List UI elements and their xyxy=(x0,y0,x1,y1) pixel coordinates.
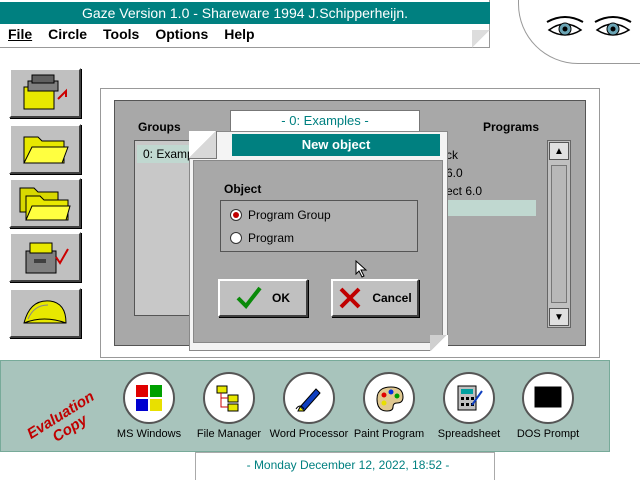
open-folder-icon xyxy=(23,136,69,164)
group-item[interactable]: 0: Examples xyxy=(137,145,197,163)
folders-button[interactable] xyxy=(9,178,81,228)
file-manager-icon xyxy=(216,385,239,412)
program-item[interactable]: ect 6.0 xyxy=(446,184,482,198)
menu-file[interactable]: File xyxy=(8,26,32,46)
folders-icon xyxy=(19,187,71,221)
hat-icon xyxy=(23,300,67,324)
tool-ms-windows[interactable]: MS Windows xyxy=(109,372,189,446)
tool-word-processor[interactable]: Word Processor xyxy=(269,372,349,446)
cross-icon xyxy=(339,287,361,309)
tool-label: File Manager xyxy=(196,428,262,440)
dialog-title: New object xyxy=(232,134,440,156)
palette-icon xyxy=(376,386,404,412)
cancel-label: Cancel xyxy=(372,291,412,305)
menu-circle[interactable]: Circle xyxy=(48,26,87,46)
window-title: Gaze Version 1.0 - Shareware 1994 J.Schi… xyxy=(0,2,490,24)
circle-name-field[interactable]: - 0: Examples - xyxy=(230,110,420,132)
tool-label: Paint Program xyxy=(353,428,425,440)
open-folder-button[interactable] xyxy=(9,124,81,174)
tool-dos-prompt[interactable]: DOS Prompt xyxy=(508,372,588,446)
scroll-up-button[interactable]: ▲ xyxy=(549,142,569,160)
ok-label: OK xyxy=(272,291,290,305)
pen-icon xyxy=(295,388,321,412)
programs-list[interactable]: ck 6.0 ect 6.0 xyxy=(440,140,540,316)
radio-label: Program xyxy=(248,231,295,245)
radio-program[interactable]: Program xyxy=(230,231,294,245)
windows-logo-icon xyxy=(136,385,162,411)
radio-program-group[interactable]: Program Group xyxy=(230,208,331,222)
tool-icon-circle xyxy=(522,372,574,424)
menu-help[interactable]: Help xyxy=(224,26,254,46)
radio-selected-icon[interactable] xyxy=(230,209,242,221)
programs-scrollbar[interactable]: ▲ ▼ xyxy=(547,140,571,328)
evaluation-copy-stamp: Evaluation Copy xyxy=(24,388,97,442)
dialog-curl xyxy=(430,335,448,351)
tool-spreadsheet[interactable]: Spreadsheet xyxy=(429,372,509,446)
dialog-fold xyxy=(189,131,217,159)
calculator-icon xyxy=(457,385,483,411)
tool-label: DOS Prompt xyxy=(516,428,580,440)
radio-label: Program Group xyxy=(248,208,331,222)
left-eye-icon xyxy=(546,16,584,36)
scroll-down-button[interactable]: ▼ xyxy=(549,308,569,326)
tool-paint-program[interactable]: Paint Program xyxy=(349,372,429,446)
scroll-track[interactable] xyxy=(551,165,567,303)
tool-icon-circle xyxy=(283,372,335,424)
menu-options[interactable]: Options xyxy=(155,26,208,46)
cabinet-check-icon xyxy=(25,242,69,274)
radio-unselected-icon[interactable] xyxy=(230,232,242,244)
ok-button[interactable]: OK xyxy=(218,279,308,317)
tool-icon-circle xyxy=(203,372,255,424)
programs-header: Programs xyxy=(483,120,540,134)
tool-file-manager[interactable]: File Manager xyxy=(189,372,269,446)
cabinet-check-button[interactable] xyxy=(9,232,81,282)
program-item[interactable]: 6.0 xyxy=(446,166,463,180)
program-item-selected[interactable] xyxy=(440,200,536,216)
tool-icon-circle xyxy=(123,372,175,424)
datetime-display: - Monday December 12, 2022, 18:52 - xyxy=(246,458,450,472)
dos-screen-icon xyxy=(534,386,562,408)
right-eye-icon xyxy=(594,16,632,36)
tool-label: MS Windows xyxy=(116,428,182,440)
groups-header: Groups xyxy=(138,120,181,134)
mouse-cursor-icon xyxy=(355,260,368,278)
page-curl xyxy=(472,30,490,48)
cancel-button[interactable]: Cancel xyxy=(331,279,419,317)
checkmark-icon xyxy=(236,286,262,310)
tool-icon-circle xyxy=(443,372,495,424)
cabinet-arrow-button[interactable] xyxy=(9,68,81,118)
hat-button[interactable] xyxy=(9,288,81,338)
menu-tools[interactable]: Tools xyxy=(103,26,139,46)
tool-label: Word Processor xyxy=(269,428,349,440)
cabinet-arrow-icon xyxy=(23,74,67,110)
menu-bar: File Circle Tools Options Help xyxy=(8,26,255,46)
tool-icon-circle xyxy=(363,372,415,424)
eyes-panel xyxy=(518,0,640,64)
tool-label: Spreadsheet xyxy=(437,428,501,440)
object-section-label: Object xyxy=(224,182,262,196)
